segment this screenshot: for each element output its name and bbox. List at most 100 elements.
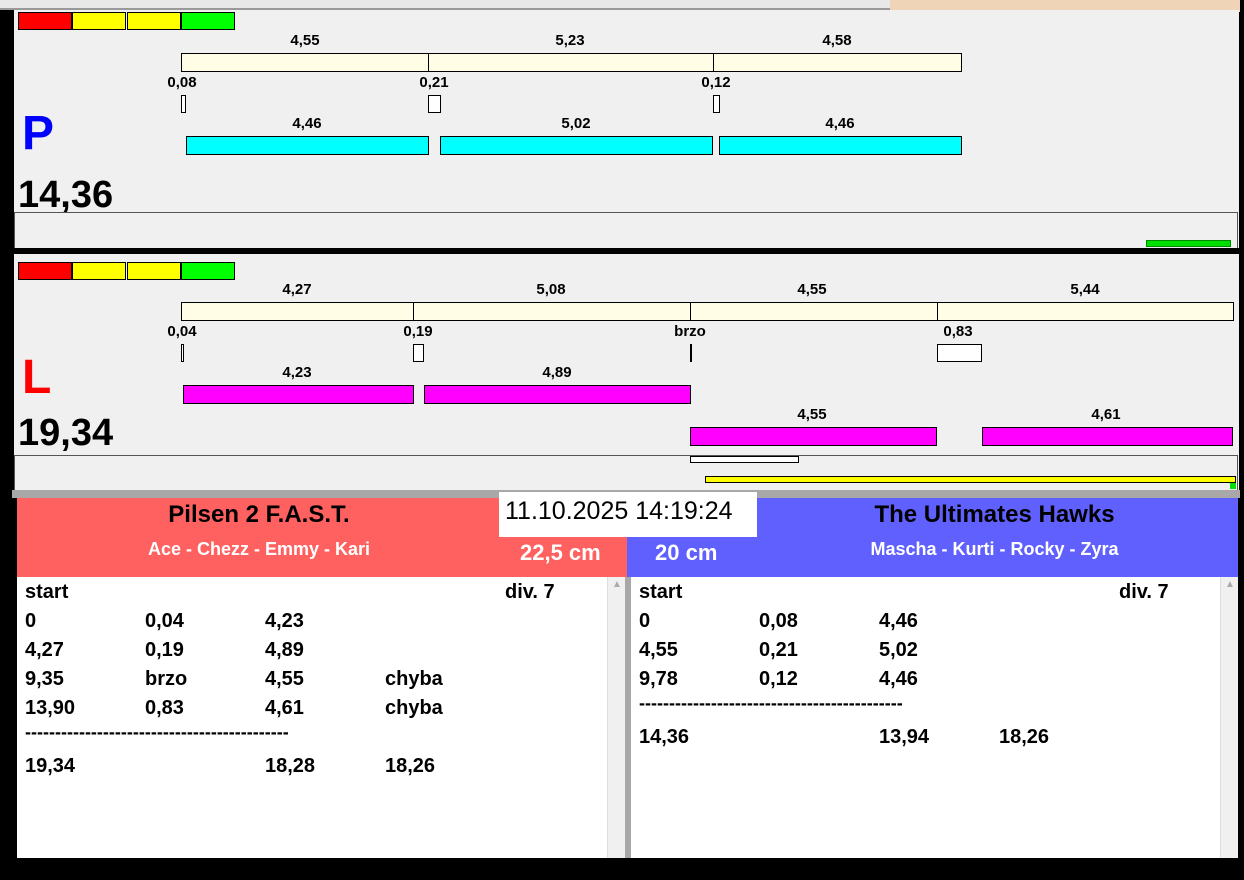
light-yellow bbox=[72, 12, 126, 30]
progress-green bbox=[1230, 483, 1236, 489]
run-bar bbox=[937, 302, 1234, 321]
start-label: start bbox=[639, 581, 683, 603]
dog-time: 4,46 bbox=[825, 115, 855, 132]
reaction-time: 0,21 bbox=[419, 74, 449, 91]
total-cell: 18,26 bbox=[385, 755, 436, 777]
cell: 13,90 bbox=[25, 697, 76, 719]
dog-bar bbox=[719, 136, 962, 155]
left-results-panel: start div. 7 0 0,04 4,23 4,27 0,19 4,89 … bbox=[17, 577, 631, 858]
cell: 4,27 bbox=[25, 639, 64, 661]
reaction-box bbox=[181, 95, 186, 113]
reaction-time: 0,08 bbox=[167, 74, 197, 91]
cell: 9,35 bbox=[25, 668, 64, 690]
cell: 4,55 bbox=[639, 639, 678, 661]
run-time: 4,58 bbox=[822, 32, 852, 49]
lane-letter: P bbox=[22, 107, 55, 160]
light-green bbox=[181, 12, 235, 30]
cell: 0,19 bbox=[145, 639, 184, 661]
tab-strip bbox=[0, 0, 890, 10]
cell: 4,61 bbox=[265, 697, 304, 719]
total-cell: 18,28 bbox=[265, 755, 316, 777]
dog-bar bbox=[982, 427, 1233, 446]
reaction-time: 0,04 bbox=[167, 323, 197, 340]
right-team-height: 20 cm bbox=[655, 540, 718, 565]
dog-bar bbox=[424, 385, 691, 404]
dog-bar bbox=[440, 136, 713, 155]
scroll-up-icon[interactable]: ▲ bbox=[1225, 579, 1235, 590]
cell: 0,04 bbox=[145, 610, 184, 632]
fault-label: chyba bbox=[385, 697, 443, 719]
reaction-time: 0,83 bbox=[943, 323, 973, 340]
run-bar bbox=[428, 53, 714, 72]
start-label: start bbox=[25, 581, 69, 603]
dog-time: 5,02 bbox=[561, 115, 591, 132]
progress-yellow bbox=[705, 476, 1236, 483]
run-bar bbox=[690, 302, 938, 321]
separator-line: ----------------------------------------… bbox=[25, 722, 289, 742]
run-time: 4,55 bbox=[797, 281, 827, 298]
cell: 0,08 bbox=[759, 610, 798, 632]
light-red bbox=[18, 12, 72, 30]
dog-bar bbox=[690, 427, 937, 446]
run-bar bbox=[181, 302, 414, 321]
cell: 4,46 bbox=[879, 668, 918, 690]
right-team-dogs: Mascha - Kurti - Rocky - Zyra bbox=[870, 539, 1119, 559]
cell: 0 bbox=[25, 610, 37, 632]
reaction-box bbox=[413, 344, 424, 362]
run-time: 4,27 bbox=[282, 281, 312, 298]
progress-track bbox=[14, 455, 1238, 490]
cell: 4,46 bbox=[879, 610, 918, 632]
reaction-box bbox=[181, 344, 184, 362]
division-label: div. 7 bbox=[1119, 581, 1169, 603]
right-team-name: The Ultimates Hawks bbox=[874, 501, 1115, 528]
left-team-height: 22,5 cm bbox=[520, 540, 601, 565]
run-bar bbox=[413, 302, 691, 321]
reaction-time: brzo bbox=[674, 323, 706, 340]
run-time: 4,55 bbox=[290, 32, 320, 49]
fault-label: chyba bbox=[385, 668, 443, 690]
lane-letter: L bbox=[22, 351, 52, 404]
total-cell: 18,26 bbox=[999, 726, 1050, 748]
separator-line: ----------------------------------------… bbox=[639, 693, 903, 713]
run-bar bbox=[713, 53, 962, 72]
progress-track bbox=[14, 212, 1238, 248]
light-yellow bbox=[127, 262, 181, 280]
total-cell: 19,34 bbox=[25, 755, 76, 777]
light-red bbox=[18, 262, 72, 280]
dog-time: 4,55 bbox=[797, 406, 827, 423]
cell: 4,23 bbox=[265, 610, 304, 632]
dog-bar bbox=[183, 385, 414, 404]
scroll-up-icon[interactable]: ▲ bbox=[612, 579, 622, 590]
dog-time: 4,61 bbox=[1091, 406, 1121, 423]
left-team-name: Pilsen 2 F.A.S.T. bbox=[168, 501, 350, 528]
run-time: 5,44 bbox=[1070, 281, 1100, 298]
cell: 9,78 bbox=[639, 668, 678, 690]
light-yellow bbox=[127, 12, 181, 30]
left-scrollbar[interactable]: ▲ bbox=[607, 577, 625, 858]
progress-green bbox=[1146, 240, 1231, 247]
run-bar bbox=[181, 53, 429, 72]
reaction-box bbox=[713, 95, 720, 113]
dog-bar bbox=[186, 136, 429, 155]
cell: 0,83 bbox=[145, 697, 184, 719]
dog-time: 4,23 bbox=[282, 364, 312, 381]
reaction-time: 0,19 bbox=[403, 323, 433, 340]
right-results-panel: start div. 7 0 0,08 4,46 4,55 0,21 5,02 … bbox=[631, 577, 1238, 858]
cell: 4,89 bbox=[265, 639, 304, 661]
cell: 0,12 bbox=[759, 668, 798, 690]
reaction-box bbox=[690, 344, 692, 362]
dog-time: 4,89 bbox=[542, 364, 572, 381]
right-scrollbar[interactable]: ▲ bbox=[1220, 577, 1238, 858]
cell: 5,02 bbox=[879, 639, 918, 661]
total-cell: 13,94 bbox=[879, 726, 930, 748]
left-team-dogs: Ace - Chezz - Emmy - Kari bbox=[147, 539, 371, 559]
run-time: 5,23 bbox=[555, 32, 585, 49]
lane-total-time: 19,34 bbox=[18, 412, 114, 454]
light-yellow bbox=[72, 262, 126, 280]
cell: brzo bbox=[145, 668, 188, 690]
division-label: div. 7 bbox=[505, 581, 555, 603]
reaction-box bbox=[428, 95, 441, 113]
progress-white bbox=[690, 456, 799, 463]
run-time: 5,08 bbox=[536, 281, 566, 298]
reaction-box bbox=[937, 344, 982, 362]
